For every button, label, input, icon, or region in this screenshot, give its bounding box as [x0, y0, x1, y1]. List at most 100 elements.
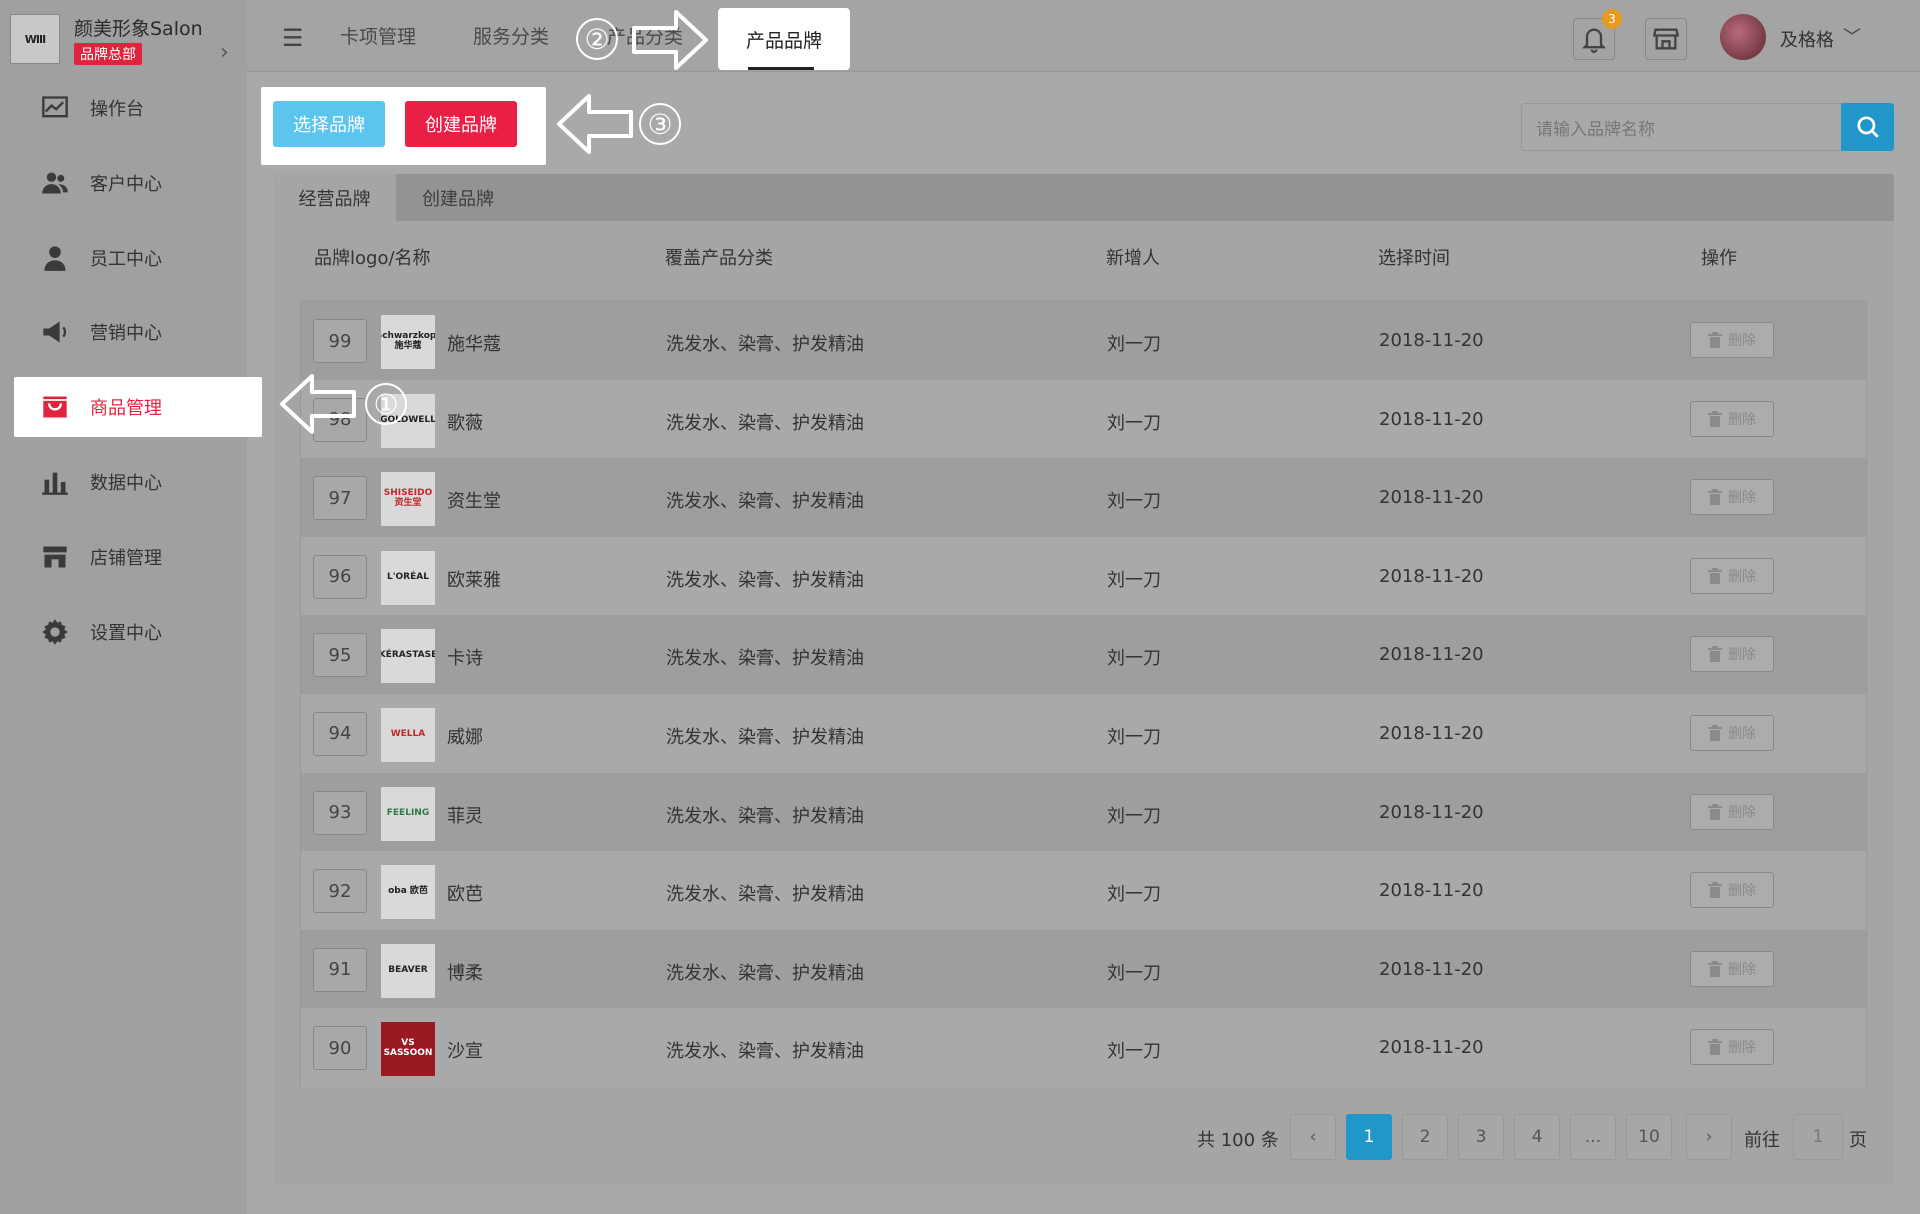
- selected-time: 2018-11-20: [1379, 330, 1484, 351]
- delete-label: 删除: [1728, 725, 1756, 742]
- tab-product-brand[interactable]: 产品品牌: [718, 8, 850, 70]
- sidebar-item-settings[interactable]: 设置中心: [0, 602, 247, 662]
- table-row: 98 GOLDWELL 歌薇 洗发水、染膏、护发精油 刘一刀 2018-11-20 删除: [301, 379, 1866, 459]
- delete-button[interactable]: 删除: [1690, 400, 1774, 437]
- delete-button[interactable]: 删除: [1690, 1029, 1774, 1066]
- sidebar-nav: 操作台 客户中心 员工中心 营销中心 商品管理 数据中心 店铺管理 设置中心: [0, 78, 262, 676]
- page-button[interactable]: 3: [1458, 1114, 1504, 1160]
- table-row: 94 WELLA 威娜 洗发水、染膏、护发精油 刘一刀 2018-11-20 删除: [301, 693, 1866, 773]
- row-index: 95: [313, 633, 367, 678]
- sidebar-item-marketing[interactable]: 营销中心: [0, 302, 247, 362]
- selected-time: 2018-11-20: [1379, 408, 1484, 430]
- brand-header[interactable]: WIII 颜美形象Salon 品牌总部 ›: [10, 12, 240, 68]
- added-by: 刘一刀: [1107, 884, 1161, 906]
- product-categories: 洗发水、染膏、护发精油: [666, 805, 864, 827]
- sidebar-item-customers[interactable]: 客户中心: [0, 153, 247, 213]
- delete-button[interactable]: 删除: [1690, 636, 1774, 673]
- tab-card-management[interactable]: 卡项管理: [340, 22, 416, 49]
- delete-label: 删除: [1728, 411, 1756, 428]
- menu-icon[interactable]: ☰: [282, 24, 304, 52]
- delete-button[interactable]: 删除: [1690, 714, 1774, 751]
- product-categories: 洗发水、染膏、护发精油: [666, 884, 864, 906]
- row-index: 91: [313, 947, 367, 992]
- brand-logo-image: WELLA: [381, 707, 435, 762]
- action-buttons-box: 选择品牌 创建品牌: [261, 87, 546, 165]
- delete-button[interactable]: 删除: [1690, 793, 1774, 830]
- next-page-button[interactable]: ›: [1686, 1114, 1732, 1160]
- prev-page-button[interactable]: ‹: [1290, 1114, 1336, 1160]
- sidebar-item-label: 操作台: [90, 99, 144, 120]
- create-brand-button[interactable]: 创建品牌: [405, 101, 517, 147]
- goto-page-input[interactable]: 1: [1793, 1114, 1843, 1160]
- select-brand-button[interactable]: 选择品牌: [273, 101, 385, 147]
- bar-chart-icon: [40, 467, 70, 497]
- user-name[interactable]: 及格格: [1780, 26, 1834, 52]
- selected-time: 2018-11-20: [1379, 644, 1484, 666]
- product-categories: 洗发水、染膏、护发精油: [666, 1041, 864, 1063]
- delete-button[interactable]: 删除: [1690, 872, 1774, 909]
- annotation-arrow-left-icon: [280, 374, 356, 434]
- brand-logo-image: Schwarzkopf 施华蔻: [381, 315, 435, 369]
- page-button[interactable]: 10: [1626, 1114, 1672, 1160]
- search-icon: [1856, 116, 1879, 138]
- goto-label: 前往: [1744, 1130, 1780, 1151]
- trash-icon: [1708, 960, 1722, 977]
- brand-logo-image: BEAVER: [381, 943, 435, 998]
- search-input[interactable]: 请输入品牌名称: [1521, 103, 1841, 151]
- added-by: 刘一刀: [1107, 726, 1161, 748]
- column-header: 覆盖产品分类: [665, 248, 773, 269]
- page-button[interactable]: 1: [1346, 1114, 1392, 1160]
- brand-name: 欧莱雅: [447, 569, 501, 591]
- annotation-number: ②: [576, 18, 618, 60]
- page-button[interactable]: 4: [1514, 1114, 1560, 1160]
- table-row: 99 Schwarzkopf 施华蔻施华蔻 洗发水、染膏、护发精油 刘一刀 2018-1…: [301, 301, 1866, 380]
- brand-table: 99Schwarzkopf 施华蔻施华蔻洗发水、染膏、护发精油刘一刀2018-1…: [300, 300, 1867, 1087]
- store-switch-button[interactable]: [1645, 18, 1687, 60]
- delete-button[interactable]: 删除: [1690, 322, 1774, 358]
- page-button[interactable]: 2: [1402, 1114, 1448, 1160]
- chevron-down-icon[interactable]: ﹀: [1843, 23, 1861, 49]
- delete-label: 删除: [1728, 568, 1756, 585]
- total-count: 共 100 条: [1197, 1130, 1279, 1151]
- delete-button[interactable]: 删除: [1690, 479, 1774, 516]
- trash-icon: [1708, 724, 1722, 741]
- sidebar-item-stores[interactable]: 店铺管理: [0, 527, 247, 587]
- added-by: 刘一刀: [1107, 412, 1161, 434]
- sidebar-item-dashboard[interactable]: 操作台: [0, 78, 247, 138]
- selected-time: 2018-11-20: [1379, 722, 1484, 744]
- trash-icon: [1708, 646, 1722, 663]
- added-by: 刘一刀: [1107, 334, 1161, 355]
- table-row: 97 SHISEIDO 资生堂 资生堂 洗发水、染膏、护发精油 刘一刀 2018-11-2…: [301, 458, 1866, 537]
- brand-name: 菲灵: [447, 805, 483, 827]
- bell-icon: [1581, 28, 1607, 53]
- tab-created-brands[interactable]: 创建品牌: [396, 174, 520, 221]
- search-button[interactable]: [1841, 103, 1894, 151]
- sidebar-item-products[interactable]: 商品管理: [14, 377, 262, 438]
- page-ellipsis[interactable]: ...: [1570, 1114, 1616, 1160]
- sidebar-item-label: 商品管理: [90, 398, 162, 420]
- tab-service-category[interactable]: 服务分类: [473, 22, 549, 49]
- row-index: 94: [313, 711, 367, 756]
- delete-button[interactable]: 删除: [1690, 950, 1774, 987]
- sidebar-item-staff[interactable]: 员工中心: [0, 228, 247, 288]
- sidebar-item-label: 营销中心: [90, 323, 162, 345]
- sidebar-item-label: 员工中心: [90, 248, 162, 270]
- trash-icon: [1708, 567, 1722, 584]
- annotation-arrow-left-icon: [557, 94, 633, 154]
- selected-time: 2018-11-20: [1379, 487, 1484, 509]
- annotation-number: ①: [365, 383, 407, 425]
- added-by: 刘一刀: [1107, 962, 1161, 984]
- table-row: 96 L'ORÉAL 欧莱雅 洗发水、染膏、护发精油 刘一刀 2018-11-20 删除: [301, 536, 1866, 616]
- sidebar-item-data[interactable]: 数据中心: [0, 452, 247, 512]
- added-by: 刘一刀: [1107, 648, 1161, 670]
- added-by: 刘一刀: [1107, 1041, 1161, 1063]
- notification-button[interactable]: 3: [1573, 9, 1622, 60]
- avatar[interactable]: [1720, 14, 1766, 60]
- row-index: 96: [313, 554, 367, 599]
- product-categories: 洗发水、染膏、护发精油: [666, 962, 864, 984]
- delete-button[interactable]: 删除: [1690, 557, 1774, 594]
- storefront-icon: [1652, 28, 1680, 50]
- chevron-right-icon[interactable]: ›: [220, 40, 229, 65]
- tab-operating-brands[interactable]: 经营品牌: [273, 174, 396, 221]
- brand-logo-image: KÉRASTASE: [381, 629, 435, 684]
